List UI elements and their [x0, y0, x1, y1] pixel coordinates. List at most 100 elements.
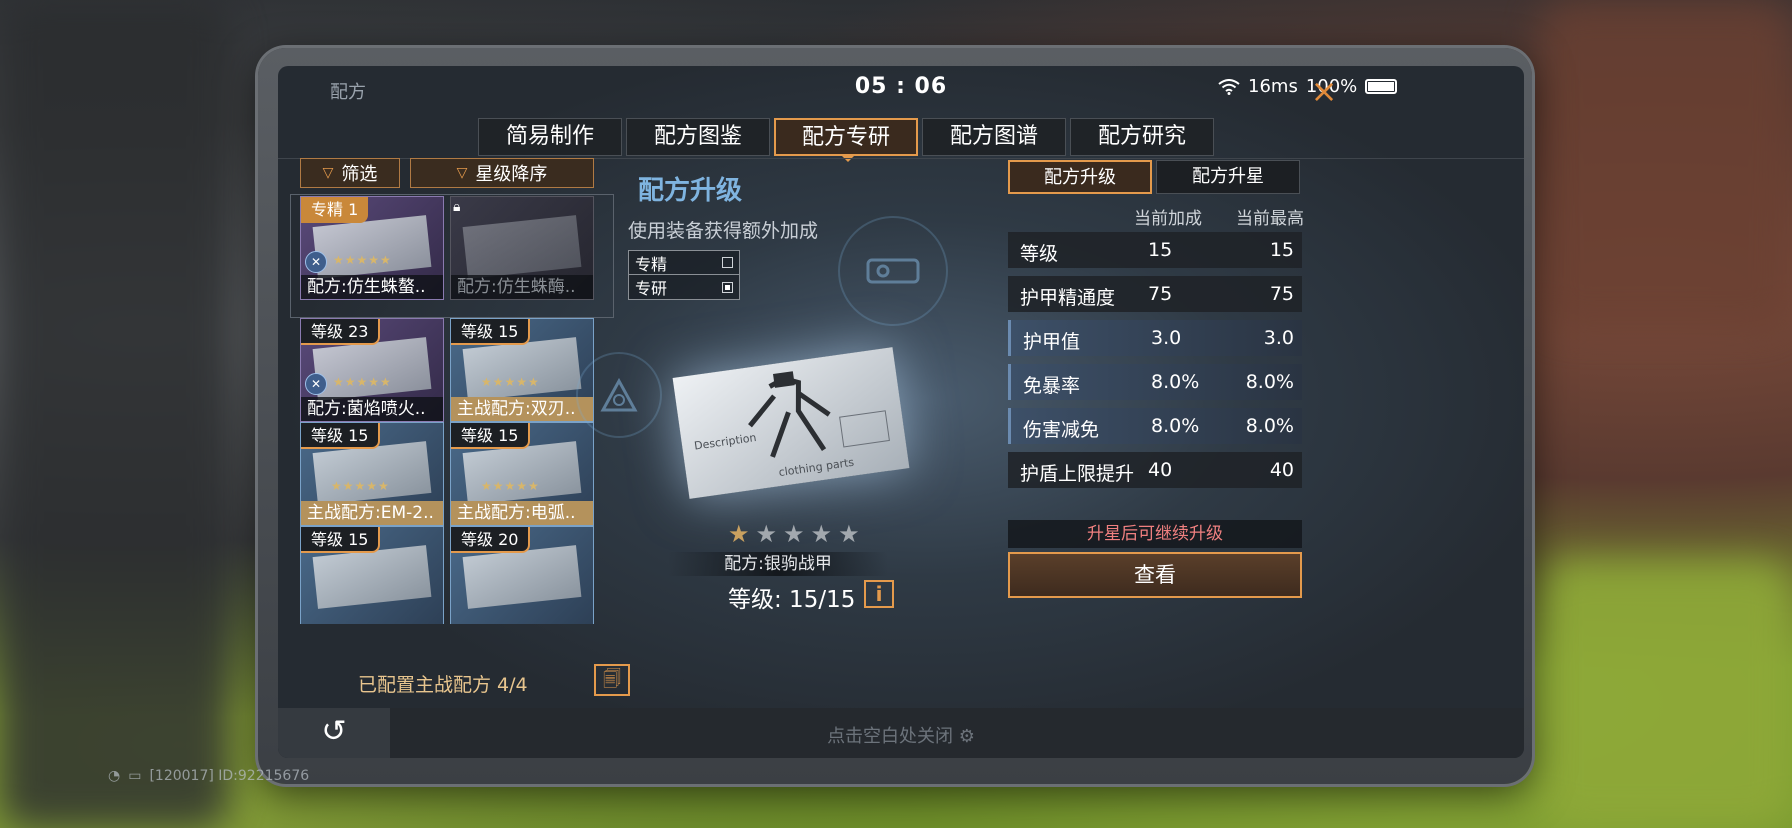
mode-research[interactable]: 专研 [629, 275, 739, 299]
mode-selector: 专精 专研 [628, 250, 740, 300]
configured-count: 已配置主战配方 4/4 [358, 674, 528, 696]
filter-label: 筛选 [341, 164, 378, 185]
column-current-bonus: 当前加成 [1134, 209, 1202, 229]
info-icon[interactable]: i [864, 580, 894, 608]
stat-label: 等级 [1020, 243, 1059, 265]
tab-recipe-upgrade[interactable]: 配方升级 [1008, 160, 1152, 194]
chevron-down-icon: ▽ [322, 165, 334, 181]
class-icon: ✕ [305, 251, 327, 273]
item-level: 等级: 15/15 [728, 587, 856, 613]
card-badge: 等级 20 [451, 527, 531, 553]
mode-label: 专精 [635, 254, 668, 274]
svg-text:Description: Description [693, 431, 757, 453]
column-current-max: 当前最高 [1236, 209, 1304, 229]
stat-max: 8.0% [1245, 415, 1294, 437]
stat-max: 15 [1269, 239, 1294, 261]
card-badge: 等级 15 [301, 423, 381, 449]
tab-recipe-specialization[interactable]: 配方专研 [774, 118, 918, 162]
recipe-card[interactable]: 🔒︎ 配方:仿生蛛酶.. [450, 196, 594, 300]
center-subtitle: 使用装备获得额外加成 [628, 220, 819, 242]
recipe-card[interactable]: 等级 20 [450, 526, 594, 624]
close-icon[interactable]: × [1306, 74, 1342, 108]
star-rating: ★★★★★ [481, 479, 540, 493]
blueprint-thumbnail [462, 215, 582, 279]
ping-value: 16ms [1248, 76, 1298, 97]
hazard-icon [600, 378, 638, 412]
center-title: 配方升级 [638, 176, 743, 206]
status-bar: 配方 05 : 06 16ms 100% × [278, 66, 1524, 116]
stat-current: 15 [1148, 239, 1173, 261]
mode-specialize[interactable]: 专精 [629, 251, 739, 275]
recipe-card[interactable]: 等级 15 ★★★★★ 主战配方:双刃.. [450, 318, 594, 422]
recipe-card[interactable]: 等级 15 [300, 526, 444, 624]
card-badge: 等级 15 [301, 527, 381, 553]
recipe-card[interactable]: 专精 1 ✕ ★★★★★ 配方:仿生蛛螯.. [300, 196, 444, 300]
svg-text:clothing parts: clothing parts [778, 456, 855, 479]
card-name: 配方:菌焰喷火.. [301, 397, 443, 421]
card-name: 主战配方:EM-2.. [301, 501, 443, 525]
star-rating: ★★★★★ [333, 375, 392, 389]
card-badge: 等级 23 [301, 319, 381, 345]
blueprint-thumbnail [462, 337, 582, 401]
star-rating: ★★★★★ [333, 253, 392, 267]
recipe-card[interactable]: 等级 23 ✕ ★★★★★ 配方:菌焰喷火.. [300, 318, 444, 422]
stat-label: 免暴率 [1023, 375, 1081, 397]
blueprint-thumbnail [312, 215, 432, 279]
tab-recipe-research[interactable]: 配方研究 [1070, 118, 1214, 156]
clipboard-search-icon[interactable]: 🗐︎ [594, 664, 630, 696]
lock-icon: 🔒︎ [453, 199, 461, 215]
recipe-list[interactable]: 专精 1 ✕ ★★★★★ 配方:仿生蛛螯.. 🔒︎ 配方:仿生蛛酶.. 等级 2… [278, 194, 618, 624]
star-rating: ★★★★★ [331, 479, 390, 493]
tab-recipe-codex[interactable]: 配方图鉴 [626, 118, 770, 156]
recipe-card[interactable]: 等级 15 ★★★★★ 主战配方:EM-2.. [300, 422, 444, 526]
mode-checkbox[interactable] [722, 281, 733, 293]
card-name: 配方:仿生蛛螯.. [301, 275, 443, 299]
blueprint-thumbnail [462, 545, 582, 609]
card-name: 主战配方:电弧.. [451, 501, 593, 525]
tab-recipe-star-up[interactable]: 配方升星 [1156, 160, 1300, 194]
mode-checkbox[interactable] [722, 257, 733, 268]
blueprint-thumbnail [312, 545, 432, 609]
wifi-icon: ◔ [108, 768, 121, 784]
stat-max: 75 [1269, 283, 1294, 305]
view-button[interactable]: 查看 [1008, 552, 1302, 598]
stat-current: 3.0 [1151, 327, 1182, 349]
close-hint[interactable]: 点击空白处关闭 ⚙ [278, 722, 1524, 748]
stat-current: 40 [1148, 459, 1173, 481]
star-rating: ★★★★★ [481, 375, 540, 389]
mode-label: 专研 [635, 279, 668, 298]
stat-row: 等级 15 15 [1008, 232, 1302, 268]
sort-label: 星级降序 [475, 164, 548, 185]
bottom-bar: ↺ 点击空白处关闭 ⚙ [278, 708, 1524, 758]
close-hint-label: 点击空白处关闭 [827, 726, 954, 747]
stat-current: 8.0% [1151, 371, 1200, 393]
background-left [0, 0, 230, 828]
chevron-down-icon: ▽ [456, 165, 468, 181]
card-badge: 等级 15 [451, 423, 531, 449]
main-tabs: 简易制作 配方图鉴 配方专研 配方图谱 配方研究 [478, 118, 1214, 162]
recipe-screen: 配方 05 : 06 16ms 100% × 简易制作 配方图鉴 配方专研 配方… [278, 66, 1524, 758]
tab-recipe-atlas[interactable]: 配方图谱 [922, 118, 1066, 156]
recipe-blueprint-image: Description clothing parts [672, 347, 910, 499]
stat-row: 护甲精通度 75 75 [1008, 276, 1302, 312]
stat-current: 75 [1148, 283, 1173, 305]
stat-max: 40 [1269, 459, 1294, 481]
blueprint-thumbnail [312, 441, 432, 505]
background-right [1540, 0, 1792, 330]
tank-icon [866, 258, 920, 284]
stat-max: 3.0 [1263, 327, 1294, 349]
stat-row: 伤害减免 8.0% 8.0% [1008, 408, 1302, 444]
battery-icon [1365, 79, 1398, 94]
stat-row: 护甲值 3.0 3.0 [1008, 320, 1302, 356]
sort-button[interactable]: ▽ 星级降序 [410, 158, 594, 188]
recipe-card[interactable]: 等级 15 ★★★★★ 主战配方:电弧.. [450, 422, 594, 526]
tab-simple-craft[interactable]: 简易制作 [478, 118, 622, 156]
card-name: 配方:仿生蛛酶.. [451, 275, 593, 299]
stat-label: 护盾上限提升 [1020, 463, 1135, 485]
battery-icon: ▭ [128, 768, 142, 784]
item-name: 配方:银驹战甲 [668, 552, 888, 576]
filter-button[interactable]: ▽ 筛选 [300, 158, 400, 188]
stat-label: 护甲值 [1023, 331, 1081, 353]
upgrade-note: 升星后可继续升级 [1008, 520, 1302, 548]
stat-max: 8.0% [1245, 371, 1294, 393]
